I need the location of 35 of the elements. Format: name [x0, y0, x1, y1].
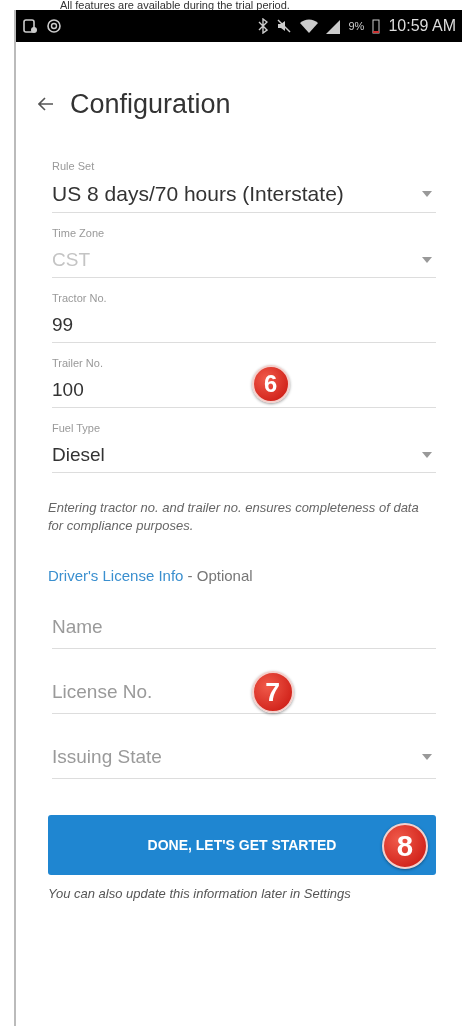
field-label: Tractor No. — [52, 292, 108, 304]
field-label: Time Zone — [52, 227, 106, 239]
signal-icon — [326, 18, 341, 34]
battery-percent-text: 9% — [348, 20, 365, 32]
field-label: Rule Set — [52, 160, 96, 172]
dropdown-value[interactable]: US 8 days/70 hours (Interstate) — [52, 182, 344, 206]
battery-icon — [372, 18, 381, 34]
back-arrow-icon[interactable] — [38, 97, 54, 111]
clock-text: 10:59 AM — [388, 17, 456, 35]
screenshot-icon — [22, 18, 38, 34]
section-title: Driver's License Info — [48, 567, 184, 584]
field-label: Trailer No. — [52, 357, 104, 369]
dropdown-caret-icon — [422, 191, 432, 197]
field-label: Fuel Type — [52, 422, 102, 434]
input-field[interactable]: 100 — [52, 379, 84, 401]
dropdown-value[interactable]: Diesel — [52, 444, 105, 466]
dropdown-caret-icon — [422, 257, 432, 263]
compliance-note: Entering tractor no. and trailer no. ensures completeness of data for compliance purposes. — [48, 499, 420, 535]
annotation-marker: 7 — [251, 671, 294, 713]
sync-icon — [46, 18, 62, 34]
done-button[interactable]: DONE, LET'S GET STARTED 8 — [48, 815, 436, 875]
page-title: Configuration — [70, 88, 231, 120]
wifi-icon — [300, 18, 319, 34]
input-field[interactable]: Name — [52, 598, 436, 649]
muted-speaker-icon — [276, 18, 293, 34]
annotation-marker: 8 — [382, 823, 428, 869]
bluetooth-icon — [258, 18, 269, 34]
optional-text: - Optional — [187, 567, 253, 584]
dropdown-caret-icon — [422, 452, 432, 458]
settings-note: You can also update this information later in Settings — [48, 885, 352, 903]
input-field[interactable]: 99 — [52, 314, 74, 336]
dropdown-caret-icon — [422, 754, 432, 760]
dropdown-field[interactable]: Issuing State — [52, 728, 436, 779]
annotation-marker: 6 — [251, 365, 290, 403]
input-field[interactable]: License No. 7 — [52, 663, 436, 714]
